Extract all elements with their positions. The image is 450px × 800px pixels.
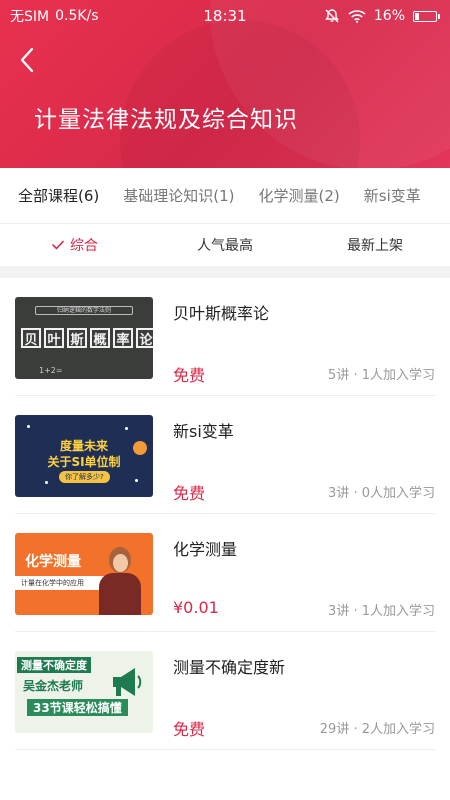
- sort-bar: 综合 人气最高 最新上架: [0, 224, 450, 266]
- category-tabs: 全部课程(6) 基础理论知识(1) 化学测量(2) 新si变革: [0, 168, 450, 224]
- status-left: 无SIM 0.5K/s: [10, 6, 324, 26]
- sort-label: 综合: [70, 238, 98, 254]
- thumb-tile: 斯: [67, 328, 87, 348]
- megaphone-icon: [113, 668, 142, 696]
- course-thumbnail: 度量未来 关于SI单位制 你了解多少?: [15, 415, 153, 497]
- course-price: ¥0.01: [173, 598, 219, 617]
- carrier-label: 无SIM: [10, 9, 50, 25]
- course-price: 免费: [173, 366, 206, 385]
- course-list: 归纳逻辑的数学法则 贝 叶 斯 概 率 论 1+2= 贝叶斯概率论 免费 5讲 …: [0, 278, 450, 750]
- thumb-formula: 1+2=: [39, 366, 63, 375]
- course-thumbnail: 归纳逻辑的数学法则 贝 叶 斯 概 率 论 1+2=: [15, 297, 153, 379]
- tab-chemical-measurement[interactable]: 化学测量(2): [259, 185, 340, 206]
- course-price: 免费: [173, 720, 206, 739]
- battery-fill: [415, 12, 419, 20]
- course-thumbnail: 化学测量 计量在化学中的应用: [15, 533, 153, 615]
- star-icon: [27, 425, 30, 428]
- course-item[interactable]: 度量未来 关于SI单位制 你了解多少? 新si变革 免费 3讲 · 0人加入学习: [15, 396, 435, 514]
- status-bar: 无SIM 0.5K/s 18:31 16%: [0, 0, 450, 32]
- network-speed: 0.5K/s: [55, 8, 99, 24]
- thumb-tile: 论: [136, 328, 153, 348]
- thumb-line: 关于SI单位制: [47, 455, 121, 469]
- section-divider: [0, 266, 450, 278]
- thumb-banner: 归纳逻辑的数学法则: [35, 306, 133, 315]
- thumb-tile: 贝: [21, 328, 41, 348]
- course-title: 贝叶斯概率论: [173, 304, 270, 323]
- thumb-tile: 率: [113, 328, 133, 348]
- course-item[interactable]: 测量不确定度 吴金杰老师 33节课轻松搞懂 测量不确定度新 免费 29讲 · 2…: [15, 632, 435, 750]
- course-meta: 3讲 · 1人加入学习: [328, 604, 435, 619]
- course-title: 新si变革: [173, 422, 234, 441]
- star-icon: [135, 479, 138, 482]
- page-title: 计量法律法规及综合知识: [34, 107, 298, 133]
- thumb-title: 化学测量: [25, 554, 81, 570]
- checkmark-icon: [52, 240, 64, 250]
- thumb-line: 吴金杰老师: [23, 679, 84, 693]
- thumb-tile: 概: [90, 328, 110, 348]
- sort-label: 最新上架: [347, 238, 403, 254]
- thumb-line: 33节课轻松搞懂: [27, 699, 128, 716]
- star-icon: [125, 427, 128, 430]
- sort-label: 人气最高: [197, 238, 253, 254]
- thumb-line: 度量未来: [59, 439, 108, 453]
- battery-icon: [413, 10, 440, 22]
- course-item[interactable]: 归纳逻辑的数学法则 贝 叶 斯 概 率 论 1+2= 贝叶斯概率论 免费 5讲 …: [15, 278, 435, 396]
- tab-new-si[interactable]: 新si变革: [364, 185, 421, 206]
- course-meta: 29讲 · 2人加入学习: [319, 722, 435, 737]
- sort-popular[interactable]: 人气最高: [150, 235, 300, 255]
- teacher-portrait: [99, 547, 141, 615]
- course-thumbnail: 测量不确定度 吴金杰老师 33节课轻松搞懂: [15, 651, 153, 733]
- course-title: 测量不确定度新: [173, 658, 286, 677]
- status-right: 16%: [324, 8, 440, 24]
- thumb-line: 测量不确定度: [17, 657, 91, 673]
- course-price: 免费: [173, 484, 206, 503]
- back-button[interactable]: [10, 42, 46, 78]
- tab-basic-theory[interactable]: 基础理论知识(1): [123, 185, 234, 206]
- battery-percent: 16%: [373, 8, 405, 24]
- course-meta: 3讲 · 0人加入学习: [328, 486, 435, 501]
- thumb-tile: 叶: [44, 328, 64, 348]
- wifi-icon: [348, 10, 366, 23]
- thumb-title-tiles: 贝 叶 斯 概 率 论: [21, 328, 153, 348]
- tab-all-courses[interactable]: 全部课程(6): [18, 185, 99, 206]
- star-icon: [45, 481, 48, 484]
- course-meta: 5讲 · 1人加入学习: [328, 368, 435, 383]
- sort-comprehensive[interactable]: 综合: [0, 235, 150, 255]
- thumb-subtitle: 计量在化学中的应用: [15, 576, 111, 590]
- thumb-pill: 你了解多少?: [59, 471, 110, 483]
- chevron-left-icon: [20, 47, 34, 73]
- header: 无SIM 0.5K/s 18:31 16% 计量法律法规及综合知识: [0, 0, 450, 168]
- course-item[interactable]: 化学测量 计量在化学中的应用 化学测量 ¥0.01 3讲 · 1人加入学习: [15, 514, 435, 632]
- sort-newest[interactable]: 最新上架: [300, 235, 450, 255]
- mute-bell-icon: [324, 9, 339, 23]
- course-title: 化学测量: [173, 540, 238, 559]
